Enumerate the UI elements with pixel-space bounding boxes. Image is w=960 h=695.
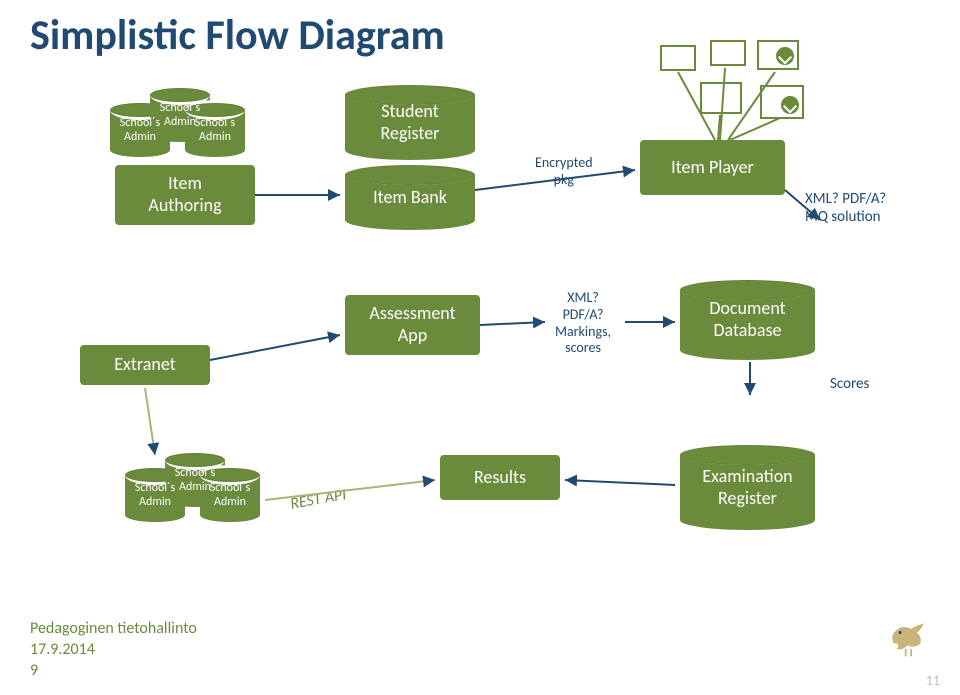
bird-icon bbox=[880, 605, 935, 660]
actor-label: School´s Admin bbox=[200, 475, 260, 515]
node-item-player: Item Player bbox=[640, 140, 785, 195]
actor-school-admin-f: School´s Admin bbox=[200, 475, 260, 515]
label-rest-api: REST API bbox=[289, 485, 348, 514]
label-xml-pdfa-mq: XML? PDF/A? MQ solution bbox=[805, 190, 886, 226]
label-encrypted-pkg: Encrypted pkg bbox=[535, 155, 593, 189]
node-document-db: Document Database bbox=[680, 290, 815, 350]
node-label: Student Register bbox=[345, 95, 475, 150]
device-tablet-b bbox=[760, 85, 804, 119]
node-label: Item Authoring bbox=[148, 173, 221, 216]
node-label: Extranet bbox=[114, 354, 176, 376]
node-student-register: Student Register bbox=[345, 95, 475, 150]
slide-title: Simplistic Flow Diagram bbox=[30, 10, 445, 61]
label-scores: Scores bbox=[830, 375, 869, 393]
node-label: Item Player bbox=[671, 157, 754, 179]
footer-source: Pedagoginen tietohallinto bbox=[30, 619, 197, 638]
page-number: 11 bbox=[926, 672, 940, 689]
label-xml-pdfa-marks: XML? PDF/A? Markings, scores bbox=[555, 290, 611, 357]
device-monitor-a bbox=[660, 45, 696, 71]
device-tablet-a bbox=[757, 40, 799, 70]
footer-date: 17.9.2014 bbox=[30, 640, 197, 659]
node-label: Document Database bbox=[680, 290, 815, 350]
footer: Pedagoginen tietohallinto 17.9.2014 9 bbox=[30, 619, 197, 680]
node-item-authoring: Item Authoring bbox=[115, 165, 255, 225]
touch-icon bbox=[781, 96, 799, 114]
device-monitor-b bbox=[710, 40, 746, 66]
node-label: Examination Register bbox=[680, 455, 815, 520]
node-label: Results bbox=[474, 467, 526, 489]
actor-label: School´s Admin bbox=[185, 110, 245, 150]
touch-icon bbox=[776, 47, 794, 65]
actor-school-admin-c: School´s Admin bbox=[185, 110, 245, 150]
node-exam-register: Examination Register bbox=[680, 455, 815, 520]
node-label: Item Bank bbox=[345, 175, 475, 220]
node-extranet: Extranet bbox=[80, 345, 210, 385]
node-item-bank: Item Bank bbox=[345, 175, 475, 220]
footer-page: 9 bbox=[30, 661, 197, 680]
node-results: Results bbox=[440, 455, 560, 500]
node-assessment-app: Assessment App bbox=[345, 295, 480, 355]
node-label: Assessment App bbox=[369, 303, 455, 346]
device-monitor-c bbox=[700, 82, 742, 114]
